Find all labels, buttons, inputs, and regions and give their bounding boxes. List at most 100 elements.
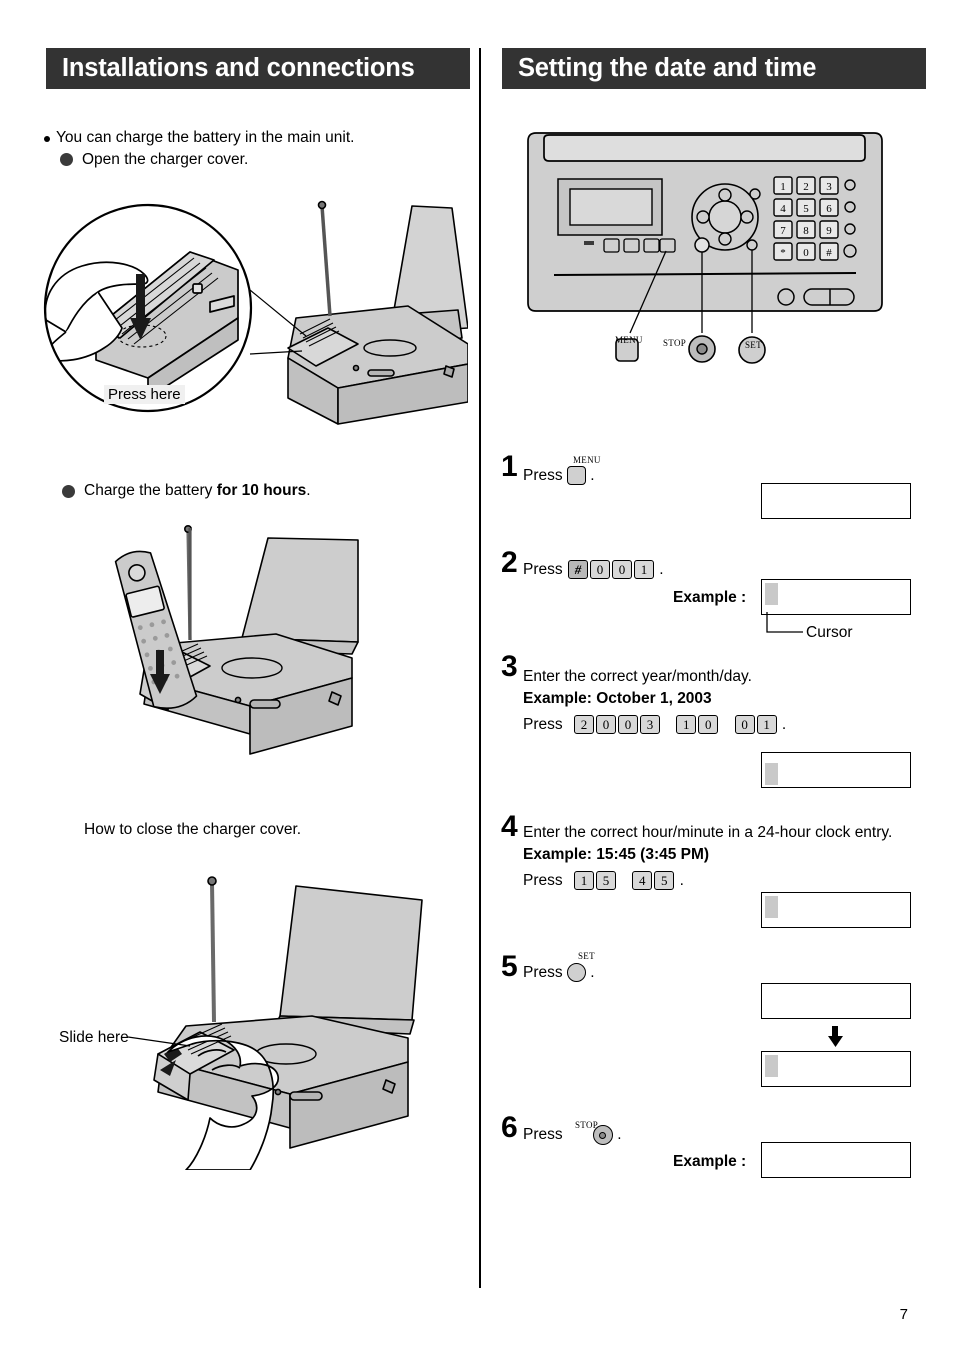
charge-battery-text: Charge the battery for 10 hours. — [84, 481, 311, 500]
panel-stop-label: STOP — [663, 338, 687, 348]
svg-text:1: 1 — [780, 181, 786, 193]
intro-text: You can charge the battery in the main u… — [56, 129, 355, 146]
svg-text:3: 3 — [826, 181, 832, 193]
cursor-label: Cursor — [806, 624, 853, 641]
keycap-h5[interactable]: 5 — [595, 871, 616, 891]
keycap-1[interactable]: 1 — [633, 560, 654, 580]
down-arrow-icon — [828, 1026, 843, 1047]
keycap-h1[interactable]: 1 — [573, 871, 594, 891]
set-button-icon[interactable] — [566, 963, 586, 983]
lcd-cursor-step-2 — [765, 583, 778, 605]
illustration-charge-battery — [100, 510, 400, 790]
step-1-text: Press . — [523, 466, 595, 486]
step-1-period: . — [590, 467, 595, 484]
step-1-number: 1 — [501, 450, 518, 483]
step-2-example-label: Example : — [673, 589, 747, 606]
keycap-0-a[interactable]: 0 — [589, 560, 610, 580]
step-3-press-row: Press 2003 10 01 . — [523, 715, 787, 735]
illustration-close-charger-cover — [100, 870, 440, 1170]
illustration-open-charger-cover — [38, 188, 468, 438]
illustration-control-panel: 1 2 3 4 5 6 7 8 9 * 0 # — [522, 127, 922, 377]
menu-button-icon[interactable] — [566, 466, 586, 486]
lcd-display-step-2 — [761, 579, 911, 615]
step-6-number: 6 — [501, 1111, 518, 1144]
manual-page: Installations and connections Setting th… — [0, 0, 954, 1351]
svg-text:*: * — [780, 247, 786, 259]
page-number: 7 — [899, 1306, 908, 1323]
svg-text:7: 7 — [780, 225, 786, 237]
step-3-press-label: Press — [523, 716, 563, 733]
step-2-period: . — [659, 561, 664, 578]
lcd-cursor-step-4 — [765, 896, 778, 918]
lcd-display-step-5b — [761, 1051, 911, 1087]
svg-text:#: # — [826, 247, 832, 259]
step-2-text: Press #0 0 1 . — [523, 560, 664, 580]
step-6-stop-mini-label: STOP — [575, 1120, 599, 1130]
step-2-number: 2 — [501, 546, 518, 579]
charge-battery-text-part2: . — [306, 482, 311, 499]
step-3-period: . — [781, 716, 787, 733]
how-to-close-text: How to close the charger cover. — [84, 821, 302, 838]
step-1-menu-mini-label: MENU — [573, 455, 601, 465]
section-header-datetime: Setting the date and time — [502, 48, 926, 89]
step-4-number: 4 — [501, 810, 518, 843]
lcd-display-step-1 — [761, 483, 911, 519]
step-1-press-label: Press — [523, 467, 563, 484]
step-5-text: Press . — [523, 963, 595, 983]
section-header-datetime-label: Setting the date and time — [518, 54, 817, 82]
lcd-cursor-step-3 — [765, 763, 778, 785]
lcd-display-step-5a — [761, 983, 911, 1019]
step-4-line1: Enter the correct hour/minute in a 24-ho… — [523, 824, 893, 841]
bullet-small-icon — [44, 136, 50, 142]
lcd-display-step-6 — [761, 1142, 911, 1178]
keycap-hash[interactable]: # — [567, 560, 588, 580]
bullet-large-icon — [60, 153, 73, 166]
step-4-line2: Example: 15:45 (3:45 PM) — [523, 846, 710, 863]
svg-text:0: 0 — [803, 247, 809, 259]
keycap-y2[interactable]: 2 — [573, 715, 594, 735]
svg-text:9: 9 — [826, 225, 832, 237]
step-2-press-label: Press — [523, 561, 563, 578]
step-open-cover-text: Open the charger cover. — [82, 151, 249, 168]
keycap-d1[interactable]: 1 — [756, 715, 777, 735]
slide-here-leader-line — [128, 1036, 191, 1047]
keycap-y0b[interactable]: 0 — [617, 715, 638, 735]
step-4-press-label: Press — [523, 872, 563, 889]
lcd-cursor-step-5 — [765, 1055, 778, 1077]
section-header-installations-label: Installations and connections — [62, 54, 415, 82]
section-header-installations: Installations and connections — [46, 48, 470, 89]
keycap-y3[interactable]: 3 — [639, 715, 660, 735]
charge-battery-text-part1: Charge the battery — [84, 482, 217, 499]
step-3-number: 3 — [501, 650, 518, 683]
step-5-press-label: Press — [523, 964, 563, 981]
press-here-label: Press here — [108, 386, 181, 403]
step-3-line1: Enter the correct year/month/day. — [523, 668, 752, 685]
step-6-period: . — [617, 1126, 622, 1144]
keycap-y0a[interactable]: 0 — [595, 715, 616, 735]
svg-text:2: 2 — [803, 181, 809, 193]
keycap-m1[interactable]: 1 — [676, 715, 697, 735]
press-here-callout: Press here — [104, 385, 185, 404]
step-6-example-label: Example : — [673, 1153, 747, 1170]
column-divider — [479, 48, 481, 1288]
lcd-display-step-3 — [761, 752, 911, 788]
panel-menu-label: MENU — [615, 335, 643, 345]
keycap-0-b[interactable]: 0 — [611, 560, 632, 580]
bullet-large-icon-2 — [62, 485, 75, 498]
step-6-text: Press . — [523, 1125, 622, 1145]
svg-text:4: 4 — [780, 203, 786, 215]
keycap-min4[interactable]: 4 — [632, 871, 653, 891]
keycap-m0[interactable]: 0 — [698, 715, 719, 735]
lcd-display-step-4 — [761, 892, 911, 928]
charge-battery-text-bold: for 10 hours — [216, 482, 307, 499]
step-3-line2: Example: October 1, 2003 — [523, 690, 712, 707]
keycap-d0[interactable]: 0 — [734, 715, 755, 735]
panel-set-label: SET — [745, 340, 762, 350]
step-4-press-row: Press 15 45 . — [523, 871, 684, 891]
svg-text:8: 8 — [803, 225, 809, 237]
step-5-number: 5 — [501, 950, 518, 983]
keycap-min5[interactable]: 5 — [654, 871, 675, 891]
step-5-period: . — [590, 964, 595, 981]
slide-here-label: Slide here — [59, 1029, 129, 1046]
svg-text:5: 5 — [803, 203, 809, 215]
